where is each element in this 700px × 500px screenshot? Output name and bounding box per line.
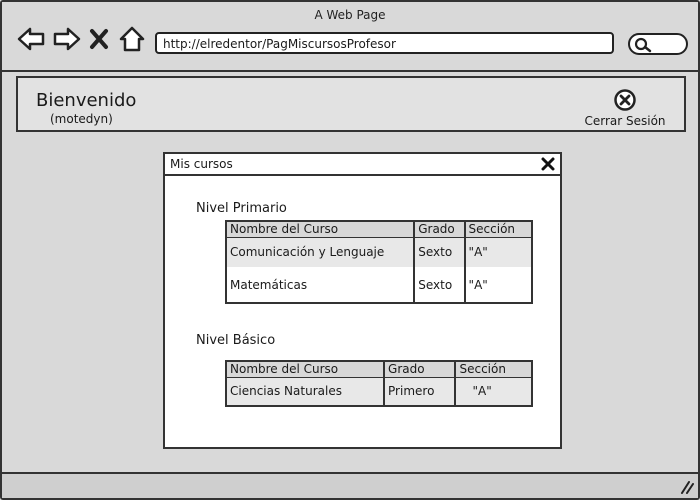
table-header-row: Nombre del Curso Grado Sección [226,221,532,238]
course-name-cell: Ciencias Naturales [230,384,342,399]
logout-button[interactable]: Cerrar Sesión [580,86,670,128]
table-header-row: Nombre del Curso Grado Sección [226,361,532,378]
courses-table-primario: Nombre del Curso Grado Sección Comunicac… [225,220,533,304]
home-icon[interactable] [117,24,147,54]
table-row[interactable]: Matemáticas Sexto "A" [226,267,532,303]
section-cell: "A" [463,267,532,303]
back-arrow-icon[interactable] [16,24,46,54]
section-title-basico: Nivel Básico [196,333,276,348]
my-courses-dialog: Mis cursos Nivel Primario Nombre del Cur… [163,152,562,449]
column-header: Grado [383,361,456,378]
dialog-close-icon[interactable] [540,156,556,172]
grade-cell: Sexto [413,237,465,267]
logout-label: Cerrar Sesión [584,114,666,128]
browser-titlebar: A Web Page http://elredentor/PagMiscurso… [2,2,698,72]
courses-table-basico: Nombre del Curso Grado Sección Ciencias … [225,360,533,407]
course-name-cell: Comunicación y Lenguaje [230,245,385,260]
column-header: Sección [463,221,532,238]
window-title: A Web Page [314,8,386,22]
column-header: Nombre del Curso [226,221,415,238]
course-name-cell: Matemáticas [230,277,308,292]
welcome-heading: Bienvenido [36,90,137,111]
browser-window: A Web Page http://elredentor/PagMiscurso… [0,0,700,500]
grade-cell: Sexto [413,267,465,303]
resize-grip-icon[interactable] [680,480,694,494]
stop-x-icon[interactable] [88,24,110,54]
address-bar[interactable]: http://elredentor/PagMiscursosProfesor [155,32,614,54]
status-bar [2,472,698,498]
dialog-header: Mis cursos [165,154,560,176]
table-row[interactable]: Comunicación y Lenguaje Sexto "A" [226,237,532,267]
browser-search-box[interactable] [628,33,688,55]
close-circle-icon [614,89,636,111]
section-cell: "A" [463,237,532,267]
section-title-primario: Nivel Primario [196,201,287,216]
search-icon [634,37,652,53]
column-header: Nombre del Curso [226,361,385,378]
grade-cell: Primero [383,377,456,406]
forward-arrow-icon[interactable] [52,24,82,54]
dialog-title: Mis cursos [170,157,233,171]
section-cell: "A" [454,377,532,406]
table-row[interactable]: Ciencias Naturales Primero "A" [226,377,532,406]
column-header: Sección [454,361,532,378]
user-header-panel: Bienvenido (motedyn) Cerrar Sesión [16,76,686,132]
column-header: Grado [413,221,465,238]
username-label: (motedyn) [50,112,113,126]
